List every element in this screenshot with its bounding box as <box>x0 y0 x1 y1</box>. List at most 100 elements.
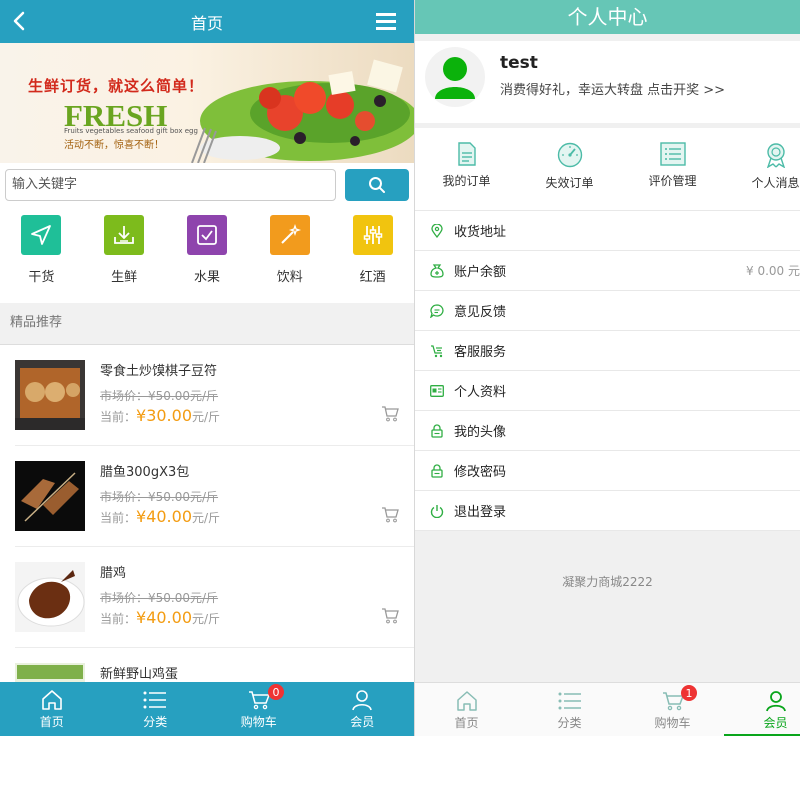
current-price-row: 当前：¥40.00元/斤 <box>100 507 220 526</box>
product-name: 腊鱼300gX3包 <box>100 465 190 480</box>
menu-label: 个人资料 <box>454 385 507 400</box>
add-to-cart-icon[interactable] <box>381 405 399 426</box>
nav-home[interactable]: 首页 <box>415 683 518 736</box>
nav-category[interactable]: 分类 <box>104 682 208 736</box>
location-icon <box>430 223 444 239</box>
lottery-promo-link[interactable]: 消费得好礼，幸运大转盘 点击开奖 >> <box>500 79 725 98</box>
search-bar <box>0 163 414 201</box>
nav-category[interactable]: 分类 <box>518 683 621 736</box>
back-icon[interactable] <box>12 10 26 36</box>
user-icon <box>351 688 373 712</box>
product-item[interactable]: 腊鸡 市场价：¥50.00元/斤 当前：¥40.00元/斤 <box>15 547 414 648</box>
nav-label: 首页 <box>39 715 64 729</box>
product-image <box>15 562 85 632</box>
menu-label: 账户余额 <box>454 265 507 280</box>
menu-profile-info[interactable]: 个人资料 <box>415 371 800 411</box>
category-label: 红酒 <box>359 270 386 285</box>
id-card-icon <box>430 383 444 399</box>
category-dried-goods[interactable]: 干货 <box>5 215 77 303</box>
category-label: 水果 <box>193 270 220 285</box>
current-price: ¥40.00 <box>136 608 192 627</box>
category-label: 生鲜 <box>111 270 138 285</box>
current-label: 当前： <box>100 410 137 424</box>
lock-icon <box>430 463 444 479</box>
add-to-cart-icon[interactable] <box>381 607 399 628</box>
nav-label: 会员 <box>763 715 788 730</box>
category-label: 干货 <box>28 270 55 285</box>
product-name: 腊鸡 <box>100 566 127 581</box>
menu-my-avatar[interactable]: 我的头像 <box>415 411 800 451</box>
lock-icon <box>430 423 444 439</box>
list-doc-icon <box>659 142 686 166</box>
category-fresh[interactable]: 生鲜 <box>88 215 160 303</box>
nav-label: 购物车 <box>240 715 277 729</box>
quick-label: 失效订单 <box>545 176 594 190</box>
menu-label: 客服服务 <box>454 345 507 360</box>
checkbox-icon <box>186 215 227 255</box>
section-title: 精品推荐 <box>0 303 414 345</box>
search-icon <box>369 176 385 193</box>
add-to-cart-icon[interactable] <box>381 506 399 527</box>
profile-card[interactable]: test 消费得好礼，幸运大转盘 点击开奖 >> <box>415 41 800 123</box>
bottom-nav: 首页 分类 购物车 1 会员 <box>415 682 800 736</box>
market-price: 市场价：¥50.00元/斤 <box>100 389 219 403</box>
menu-change-password[interactable]: 修改密码 <box>415 451 800 491</box>
nav-cart[interactable]: 购物车 1 <box>621 683 724 736</box>
quick-messages[interactable]: 个人消息 <box>724 128 800 210</box>
product-item[interactable]: 腊鱼300gX3包 市场价：¥50.00元/斤 当前：¥40.00元/斤 <box>15 446 414 547</box>
list-icon <box>143 688 167 712</box>
current-price: ¥40.00 <box>136 507 192 526</box>
home-screen: 首页 生鲜订货，就这么简单！ FRESH Fruits vegetables s… <box>0 0 414 736</box>
nav-label: 分类 <box>557 715 582 730</box>
nav-label: 分类 <box>143 715 168 729</box>
search-input[interactable] <box>5 168 336 201</box>
search-button[interactable] <box>345 168 409 201</box>
username: test <box>500 53 538 73</box>
product-image <box>15 360 85 430</box>
quick-reviews[interactable]: 评价管理 <box>621 128 724 210</box>
nav-cart[interactable]: 购物车 0 <box>207 682 311 736</box>
category-grid: 干货 生鲜 水果 饮料 红酒 <box>0 201 414 303</box>
sliders-icon <box>352 215 393 255</box>
balance-value: ¥ 0.00 元 <box>746 264 800 278</box>
nav-member[interactable]: 会员 <box>311 682 415 736</box>
quick-label: 我的订单 <box>442 174 491 188</box>
menu-feedback[interactable]: 意见反馈 <box>415 291 800 331</box>
current-price-row: 当前：¥40.00元/斤 <box>100 608 220 627</box>
menu-customer-service[interactable]: 客服服务 <box>415 331 800 371</box>
page-title: 首页 <box>190 13 223 33</box>
avatar[interactable] <box>425 47 485 107</box>
member-title: 个人中心 <box>415 0 800 34</box>
service-icon <box>430 343 444 359</box>
current-price: ¥30.00 <box>136 406 192 425</box>
product-item[interactable]: 零食土炒馍棋子豆符 市场价：¥50.00元/斤 当前：¥30.00元/斤 <box>15 345 414 446</box>
home-icon <box>456 689 478 713</box>
price-unit: 元/斤 <box>192 511 221 525</box>
quick-my-orders[interactable]: 我的订单 <box>415 128 518 210</box>
account-menu: 收货地址 账户余额 ¥ 0.00 元 意见反馈 客服服务 个人资料 我的头像 修… <box>415 210 800 531</box>
menu-logout[interactable]: 退出登录 <box>415 491 800 531</box>
nav-home[interactable]: 首页 <box>0 682 104 736</box>
order-doc-icon <box>457 142 476 166</box>
cart-badge: 0 <box>268 684 284 700</box>
promo-banner[interactable]: 生鲜订货，就这么简单！ FRESH Fruits vegetables seaf… <box>0 43 414 163</box>
salad-image <box>191 59 414 163</box>
nav-label: 首页 <box>454 715 479 730</box>
current-price-row: 当前：¥30.00元/斤 <box>100 406 220 425</box>
product-name: 零食土炒馍棋子豆符 <box>100 364 218 379</box>
nav-member[interactable]: 会员 <box>724 683 800 736</box>
nav-label: 会员 <box>350 715 375 729</box>
banner-tagline: 活动不断，惊喜不断！ <box>64 140 164 151</box>
hamburger-menu-icon[interactable] <box>376 13 396 34</box>
quick-invalid-orders[interactable]: 失效订单 <box>518 128 621 210</box>
menu-label: 意见反馈 <box>454 305 507 320</box>
menu-shipping-address[interactable]: 收货地址 <box>415 211 800 251</box>
category-wine[interactable]: 红酒 <box>337 215 409 303</box>
category-fruit[interactable]: 水果 <box>171 215 243 303</box>
current-label: 当前： <box>100 511 137 525</box>
menu-account-balance[interactable]: 账户余额 ¥ 0.00 元 <box>415 251 800 291</box>
home-header: 首页 <box>0 0 414 43</box>
banner-slogan: 生鲜订货，就这么简单！ <box>28 77 205 95</box>
category-drinks[interactable]: 饮料 <box>254 215 326 303</box>
price-unit: 元/斤 <box>192 410 221 424</box>
